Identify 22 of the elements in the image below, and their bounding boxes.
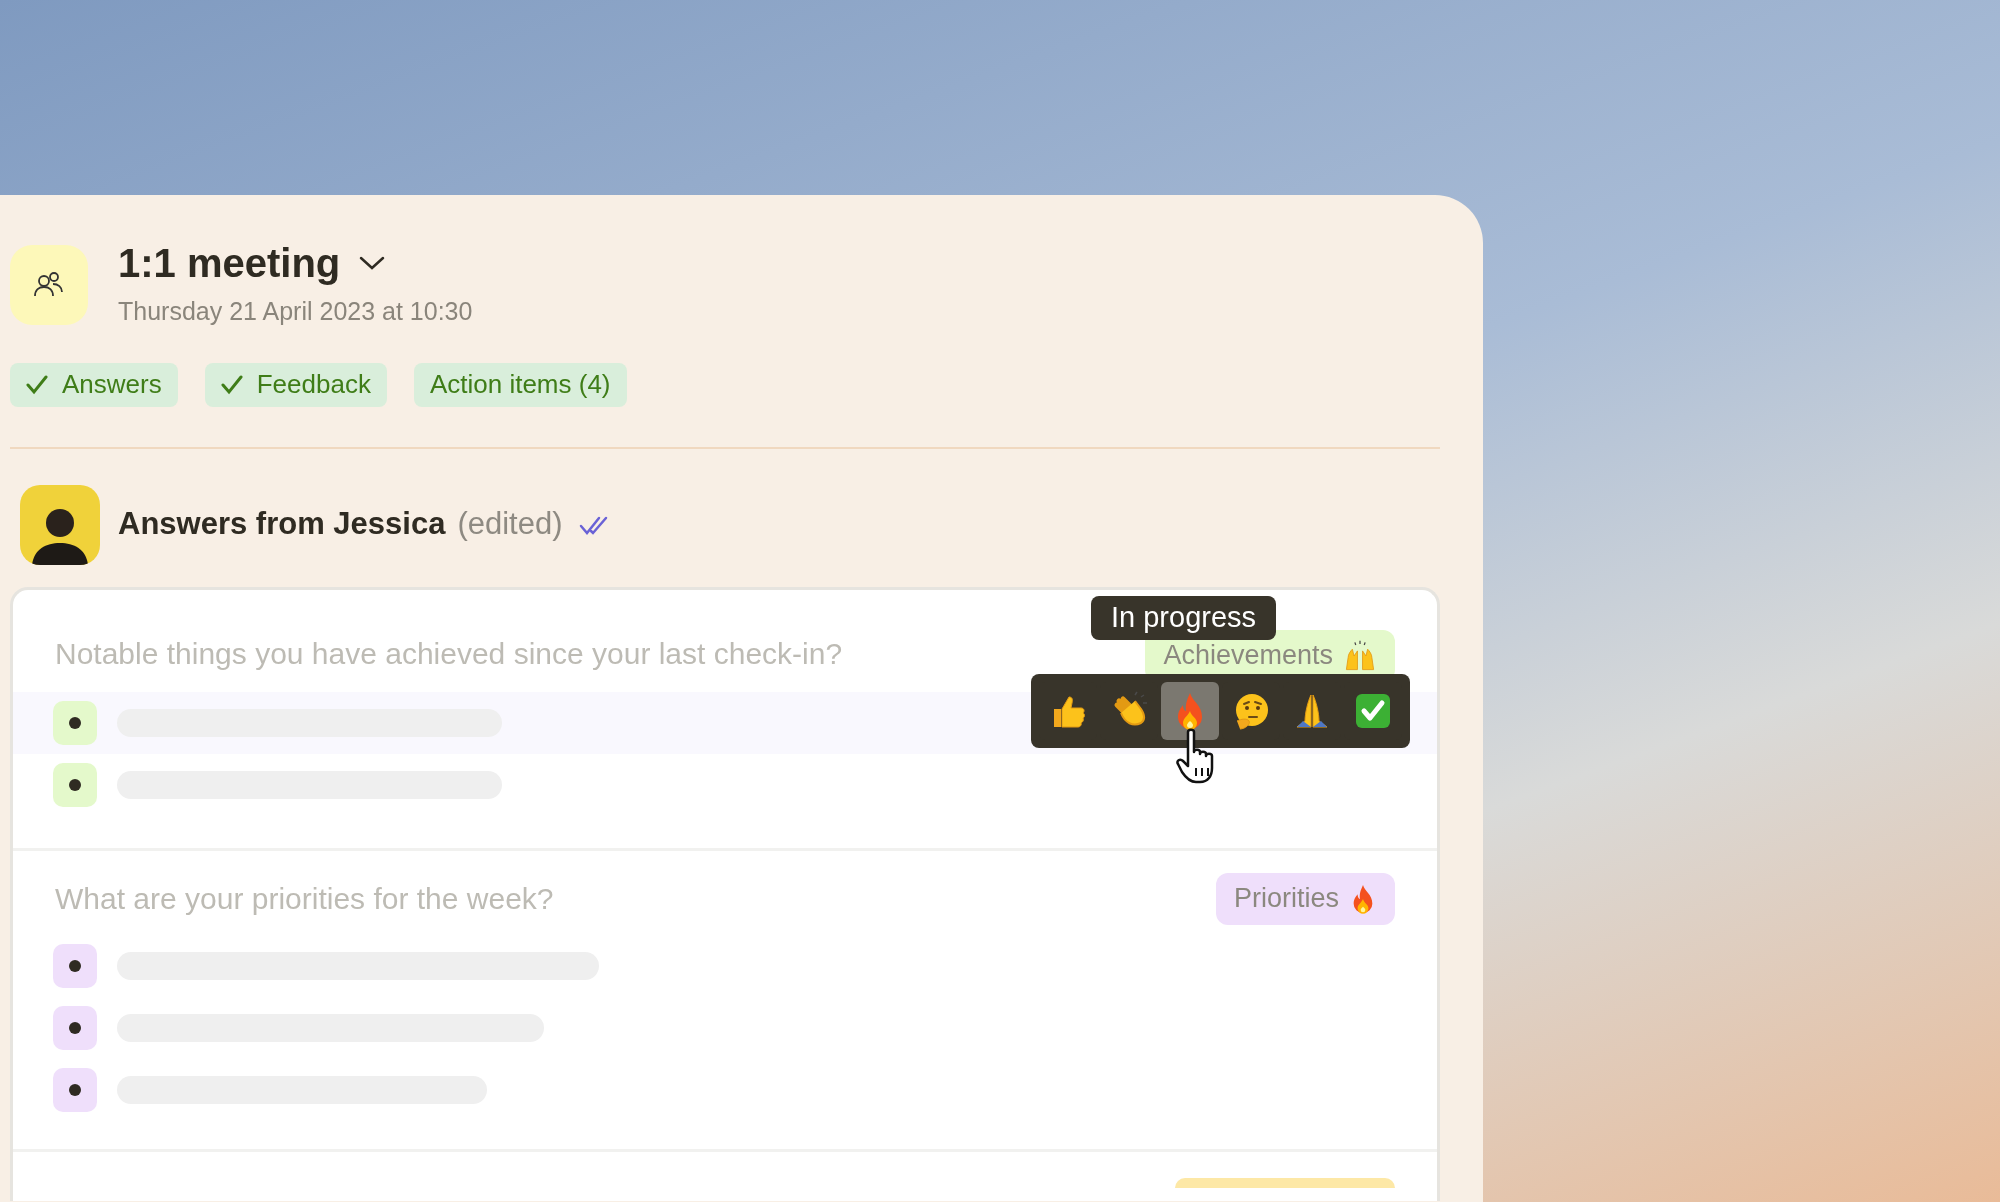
bullet-marker	[53, 762, 97, 807]
chevron-down-icon	[358, 255, 387, 271]
question-text: What are your priorities for the week?	[55, 881, 554, 917]
status-tab[interactable]: Feedback	[204, 362, 387, 407]
reaction-button[interactable]	[1161, 682, 1219, 740]
bullet-marker	[53, 1067, 97, 1112]
answers-title: Answers from Jessica	[118, 505, 446, 544]
edited-label: (edited)	[457, 505, 563, 544]
status-tab[interactable]: Action items (4)	[413, 362, 627, 407]
question-text: Notable things you have achieved since your last check-in?	[55, 636, 843, 672]
people-icon	[32, 271, 66, 299]
bullet-marker	[53, 700, 97, 745]
bullet-marker	[53, 943, 97, 988]
raised-hands-icon	[1343, 638, 1377, 673]
tooltip: In progress	[1091, 596, 1277, 640]
bullet-marker	[53, 1005, 97, 1050]
meeting-title: 1:1 meeting	[118, 240, 341, 287]
tag-badge: Priorities	[1215, 872, 1395, 925]
check-box-icon	[1353, 691, 1393, 731]
status-tab[interactable]: Answers	[10, 362, 178, 407]
dropdown-button[interactable]	[358, 255, 387, 271]
meeting-date: Thursday 21 April 2023 at 10:30	[118, 296, 473, 327]
